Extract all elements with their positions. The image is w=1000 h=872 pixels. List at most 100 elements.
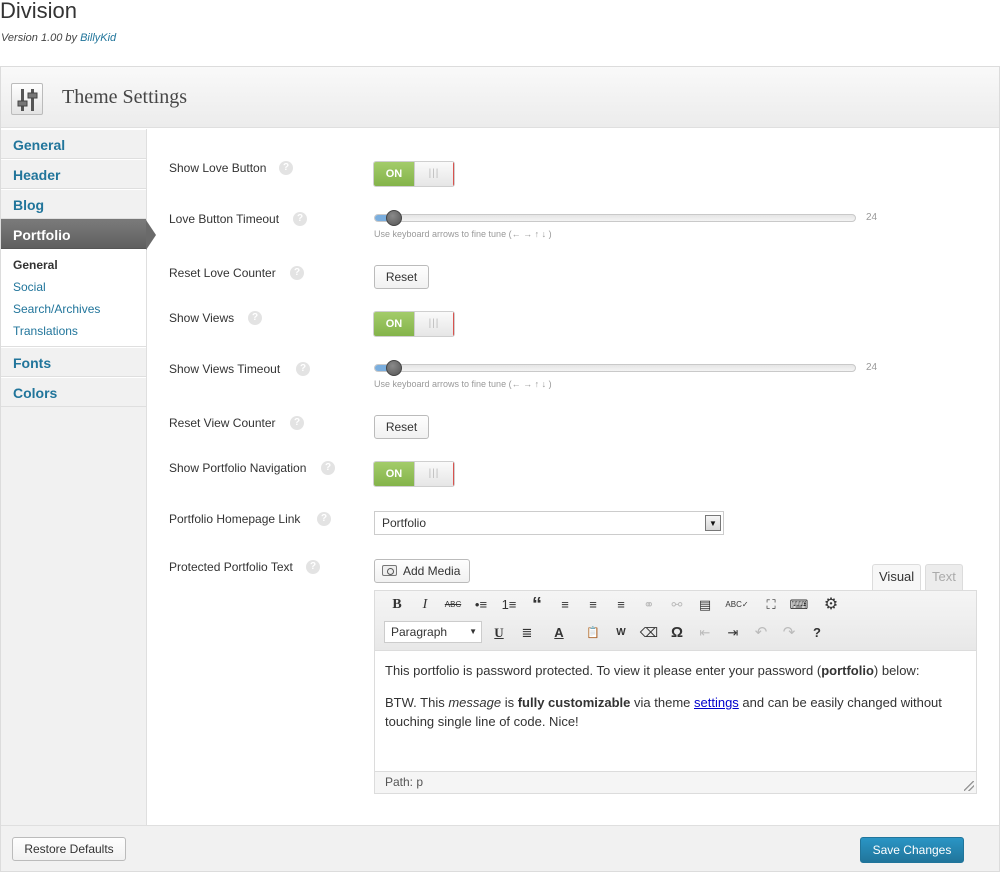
toggle-knob[interactable]: ||| bbox=[414, 462, 454, 486]
theme-title: Division bbox=[0, 0, 78, 23]
format-select-value: Paragraph bbox=[391, 625, 448, 639]
align-center-icon[interactable]: ≡ bbox=[582, 594, 604, 616]
subnav-item-social[interactable]: Social bbox=[1, 276, 146, 298]
text-color-icon[interactable]: A bbox=[544, 622, 574, 644]
sidebar-item-general[interactable]: General bbox=[1, 129, 146, 159]
dropdown-arrow-icon[interactable]: ▼ bbox=[705, 515, 721, 531]
text-run-strong: fully customizable bbox=[517, 695, 631, 710]
toggle-knob[interactable]: ||| bbox=[414, 162, 454, 186]
reset-love-counter-label: Reset Love Counter bbox=[169, 266, 276, 280]
show-views-timeout-label: Show Views Timeout bbox=[169, 362, 281, 376]
portfolio-homepage-select[interactable]: Portfolio ▼ bbox=[374, 511, 724, 535]
sidebar-item-blog[interactable]: Blog bbox=[1, 189, 146, 219]
restore-defaults-button[interactable]: Restore Defaults bbox=[12, 837, 126, 861]
panel-title: Theme Settings bbox=[62, 86, 187, 108]
sidebar: General Header Blog Portfolio General So… bbox=[1, 129, 156, 825]
justify-icon[interactable]: ≣ bbox=[516, 622, 538, 644]
show-love-button-toggle[interactable]: ON ||| bbox=[373, 161, 455, 187]
password-hint: portfolio bbox=[821, 663, 874, 678]
paste-text-icon[interactable]: 📋 bbox=[582, 622, 604, 644]
sidebar-item-portfolio[interactable]: Portfolio bbox=[1, 219, 156, 250]
help-icon[interactable]: ? bbox=[293, 212, 307, 226]
slider-value: 24 bbox=[866, 212, 878, 223]
underline-icon[interactable]: U bbox=[488, 622, 510, 644]
reset-love-counter-button[interactable]: Reset bbox=[374, 265, 429, 289]
text-run-emphasis: message bbox=[448, 695, 502, 710]
sidebar-item-header[interactable]: Header bbox=[1, 159, 146, 189]
keyboard-icon[interactable]: ⌨ bbox=[788, 594, 810, 616]
editor-toolbar: B I ABC •≡ 1≡ “ ≡ ≡ ≡ ⚭ ⚯ ▤ ABC✓ ⛶ ⌨ ⚙ P… bbox=[375, 591, 976, 651]
subnav-item-general[interactable]: General bbox=[1, 254, 146, 276]
slider-value: 24 bbox=[866, 362, 878, 373]
editor-content[interactable]: This portfolio is password protected. To… bbox=[385, 661, 966, 744]
sidebar-item-colors[interactable]: Colors bbox=[1, 377, 146, 407]
format-select[interactable]: Paragraph ▼ bbox=[384, 621, 482, 643]
outdent-icon[interactable]: ⇤ bbox=[694, 622, 716, 644]
gear-icon[interactable]: ⚙ bbox=[816, 594, 846, 616]
tab-visual[interactable]: Visual bbox=[872, 564, 922, 590]
love-button-timeout-slider[interactable] bbox=[374, 214, 856, 222]
add-media-button[interactable]: Add Media bbox=[374, 559, 470, 583]
redo-icon[interactable]: ↷ bbox=[778, 622, 800, 644]
fullscreen-icon[interactable]: ⛶ bbox=[760, 594, 782, 616]
help-icon[interactable]: ? bbox=[306, 560, 320, 574]
spellcheck-icon[interactable]: ABC✓ bbox=[722, 594, 752, 616]
help-icon[interactable]: ? bbox=[296, 362, 310, 376]
sidebar-item-fonts[interactable]: Fonts bbox=[1, 347, 146, 377]
toggle-on-label: ON bbox=[374, 462, 414, 486]
strikethrough-icon[interactable]: ABC bbox=[442, 594, 464, 616]
bold-icon[interactable]: B bbox=[386, 594, 408, 616]
subnav-item-search-archives[interactable]: Search/Archives bbox=[1, 298, 146, 320]
paste-word-icon[interactable]: W bbox=[610, 622, 632, 644]
show-portfolio-navigation-label: Show Portfolio Navigation bbox=[169, 461, 307, 475]
author-link[interactable]: BillyKid bbox=[80, 32, 116, 44]
toggle-on-label: ON bbox=[374, 312, 414, 336]
help-icon[interactable]: ? bbox=[321, 461, 335, 475]
reset-view-counter-button[interactable]: Reset bbox=[374, 415, 429, 439]
help-icon[interactable]: ? bbox=[248, 311, 262, 325]
show-views-timeout-slider[interactable] bbox=[374, 364, 856, 372]
save-changes-button[interactable]: Save Changes bbox=[860, 837, 964, 863]
settings-sliders-icon bbox=[11, 83, 43, 115]
bullet-list-icon[interactable]: •≡ bbox=[470, 594, 492, 616]
text-run: BTW. This bbox=[385, 695, 449, 710]
help-circle-icon[interactable]: ? bbox=[806, 622, 828, 644]
slider-handle[interactable] bbox=[386, 360, 402, 376]
toggle-knob[interactable]: ||| bbox=[414, 312, 454, 336]
clear-formatting-icon[interactable]: ⌫ bbox=[638, 622, 660, 644]
italic-icon[interactable]: I bbox=[414, 594, 436, 616]
subnav-item-translations[interactable]: Translations bbox=[1, 320, 146, 342]
slider-hint: Use keyboard arrows to fine tune (← → ↑ … bbox=[374, 229, 552, 239]
blockquote-icon[interactable]: “ bbox=[526, 594, 548, 616]
special-character-icon[interactable]: Ω bbox=[666, 622, 688, 644]
toggle-on-label: ON bbox=[374, 162, 414, 186]
unlink-icon[interactable]: ⚯ bbox=[666, 594, 688, 616]
reset-view-counter-label: Reset View Counter bbox=[169, 416, 276, 430]
align-left-icon[interactable]: ≡ bbox=[554, 594, 576, 616]
numbered-list-icon[interactable]: 1≡ bbox=[498, 594, 520, 616]
link-icon[interactable]: ⚭ bbox=[638, 594, 660, 616]
settings-panel: Theme Settings General Header Blog Portf… bbox=[0, 66, 1000, 872]
help-icon[interactable]: ? bbox=[279, 161, 293, 175]
version-prefix: Version 1.00 by bbox=[1, 32, 81, 44]
resize-grip-icon[interactable] bbox=[964, 781, 974, 791]
show-views-toggle[interactable]: ON ||| bbox=[373, 311, 455, 337]
slider-hint: Use keyboard arrows to fine tune (← → ↑ … bbox=[374, 379, 552, 389]
help-icon[interactable]: ? bbox=[290, 266, 304, 280]
help-icon[interactable]: ? bbox=[290, 416, 304, 430]
show-portfolio-navigation-toggle[interactable]: ON ||| bbox=[373, 461, 455, 487]
align-right-icon[interactable]: ≡ bbox=[610, 594, 632, 616]
add-media-label: Add Media bbox=[403, 564, 461, 578]
insert-more-icon[interactable]: ▤ bbox=[694, 594, 716, 616]
undo-icon[interactable]: ↶ bbox=[750, 622, 772, 644]
editor-path-bar: Path: p bbox=[375, 771, 976, 793]
rich-text-editor: B I ABC •≡ 1≡ “ ≡ ≡ ≡ ⚭ ⚯ ▤ ABC✓ ⛶ ⌨ ⚙ P… bbox=[374, 590, 977, 794]
show-views-label: Show Views bbox=[169, 311, 235, 325]
tab-text[interactable]: Text bbox=[925, 564, 963, 590]
text-run: is bbox=[501, 695, 518, 710]
slider-handle[interactable] bbox=[386, 210, 402, 226]
text-run: via theme bbox=[630, 695, 694, 710]
settings-link[interactable]: settings bbox=[694, 695, 739, 710]
indent-icon[interactable]: ⇥ bbox=[722, 622, 744, 644]
help-icon[interactable]: ? bbox=[317, 512, 331, 526]
